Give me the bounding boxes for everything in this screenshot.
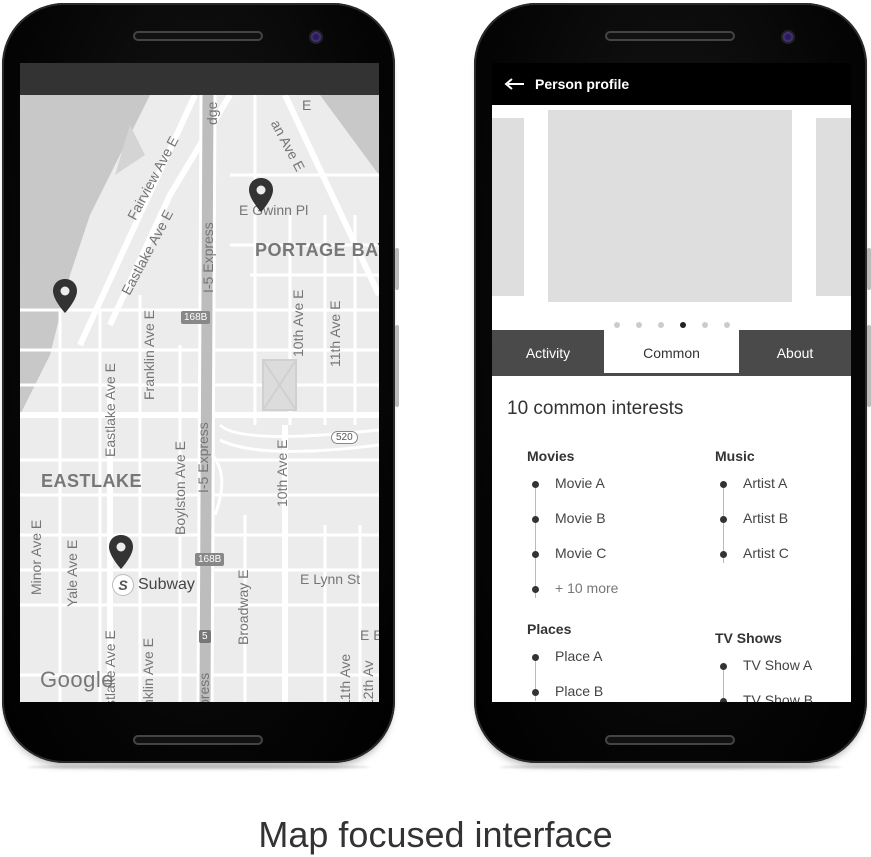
tab-bar: Activity Common About xyxy=(492,330,851,376)
street-label: Broadway E xyxy=(235,569,251,645)
map-roads xyxy=(20,95,379,702)
carousel-slide-current[interactable] xyxy=(548,110,792,302)
street-label: Franklin Ave E xyxy=(141,309,157,400)
highway-shield: 520 xyxy=(331,431,358,444)
interstate-shield: 5 xyxy=(199,630,211,643)
volume-button[interactable] xyxy=(395,248,399,290)
street-label: 12th Av xyxy=(360,660,376,702)
movies-list: Movie A Movie B Movie C + 10 more xyxy=(527,466,677,606)
tab-activity[interactable]: Activity xyxy=(492,330,604,376)
figure-caption: Map focused interface xyxy=(258,814,613,855)
back-arrow-icon[interactable] xyxy=(504,77,524,91)
list-item[interactable]: Place A xyxy=(527,639,677,674)
street-label: E xyxy=(302,97,312,113)
group-title: Movies xyxy=(527,448,575,464)
speaker-grille xyxy=(605,31,735,41)
map-phone-frame: Fairview Ave E Eastlake Ave E E Gwinn Pl… xyxy=(2,3,399,769)
map-pin-icon[interactable] xyxy=(249,178,273,212)
street-label: Minor Ave E xyxy=(28,519,44,595)
street-label: Yale Ave E xyxy=(64,539,80,607)
street-label: nklin Ave E xyxy=(140,637,156,702)
interest-group-places: Places Place A Place B xyxy=(527,621,677,702)
portage-bay-water xyxy=(320,95,379,175)
carousel-dot[interactable] xyxy=(723,322,730,328)
street-label: dge xyxy=(204,101,220,125)
list-item[interactable]: Movie C xyxy=(527,536,677,571)
tab-about[interactable]: About xyxy=(739,330,851,376)
carousel-slide-prev[interactable] xyxy=(492,118,524,296)
street-label: 11th Ave xyxy=(337,653,353,702)
street-label: E Lynn St xyxy=(300,571,361,587)
camera xyxy=(311,32,321,42)
carousel-dot[interactable] xyxy=(657,322,664,328)
status-bar xyxy=(20,63,379,95)
area-label: EASTLAKE xyxy=(41,471,143,491)
highway-label: I-5 Express xyxy=(200,222,216,293)
highway-label: I-5 Express xyxy=(195,422,211,493)
area-label: PORTAGE BAY xyxy=(255,240,379,260)
profile-phone-frame: Person profile Activity Common About 10 … xyxy=(474,3,871,769)
place-label-subway[interactable]: Subway xyxy=(138,576,195,594)
app-bar-title: Person profile xyxy=(535,76,630,92)
tab-common[interactable]: Common xyxy=(604,330,739,376)
power-button[interactable] xyxy=(867,325,871,407)
common-interests-panel: 10 common interests Movies Movie A Movie… xyxy=(492,376,851,702)
map-pin-icon[interactable] xyxy=(53,279,77,313)
carousel-pagination xyxy=(492,315,851,330)
app-bar: Person profile xyxy=(492,63,851,105)
group-title: Music xyxy=(715,448,755,464)
music-list: Artist A Artist B Artist C xyxy=(715,466,845,571)
power-button[interactable] xyxy=(395,325,399,407)
camera xyxy=(783,32,793,42)
street-label: 11th Ave E xyxy=(327,300,343,367)
photo-carousel[interactable] xyxy=(492,105,851,330)
list-item[interactable]: Artist B xyxy=(715,501,845,536)
google-logo: Google xyxy=(40,667,114,692)
carousel-dot[interactable] xyxy=(701,322,708,328)
speaker-grille xyxy=(133,31,263,41)
list-item[interactable]: Artist A xyxy=(715,466,845,501)
group-title: TV Shows xyxy=(715,630,782,646)
interest-group-tv-shows: TV Shows TV Show A TV Show B xyxy=(715,630,845,702)
list-item[interactable]: Movie B xyxy=(527,501,677,536)
profile-screen: Person profile Activity Common About 10 … xyxy=(492,63,851,702)
list-item[interactable]: Movie A xyxy=(527,466,677,501)
street-label: press xyxy=(196,672,212,702)
street-label: Eastlake Ave E xyxy=(102,363,118,457)
street-label: E B xyxy=(360,627,379,643)
show-more-link[interactable]: + 10 more xyxy=(527,571,677,606)
carousel-dot-active[interactable] xyxy=(679,322,686,328)
volume-button[interactable] xyxy=(867,248,871,290)
highway-exit-shield: 168B xyxy=(181,311,211,324)
map-view[interactable]: Fairview Ave E Eastlake Ave E E Gwinn Pl… xyxy=(20,95,379,702)
list-item[interactable]: TV Show A xyxy=(715,648,845,683)
map-screen: Fairview Ave E Eastlake Ave E E Gwinn Pl… xyxy=(20,63,379,702)
street-label: Boylston Ave E xyxy=(172,441,188,535)
tv-shows-list: TV Show A TV Show B xyxy=(715,648,845,702)
list-item[interactable]: Place B xyxy=(527,674,677,702)
interest-group-movies: Movies Movie A Movie B Movie C + 10 more xyxy=(527,448,677,606)
carousel-slide-next[interactable] xyxy=(816,118,851,296)
street-label: 10th Ave E xyxy=(274,439,290,507)
highway-exit-shield: 168B xyxy=(195,553,225,566)
places-list: Place A Place B xyxy=(527,639,677,702)
map-pin-icon[interactable] xyxy=(109,535,133,569)
list-item[interactable]: Artist C xyxy=(715,536,845,571)
list-item[interactable]: TV Show B xyxy=(715,683,845,702)
subway-icon[interactable]: S xyxy=(113,575,133,595)
interest-group-music: Music Artist A Artist B Artist C xyxy=(715,448,845,571)
bottom-speaker-grille xyxy=(605,735,735,745)
interests-headline: 10 common interests xyxy=(507,398,684,419)
carousel-dot[interactable] xyxy=(635,322,642,328)
street-label: 10th Ave E xyxy=(290,289,306,357)
carousel-dot[interactable] xyxy=(613,322,620,328)
group-title: Places xyxy=(527,621,572,637)
bottom-speaker-grille xyxy=(133,735,263,745)
